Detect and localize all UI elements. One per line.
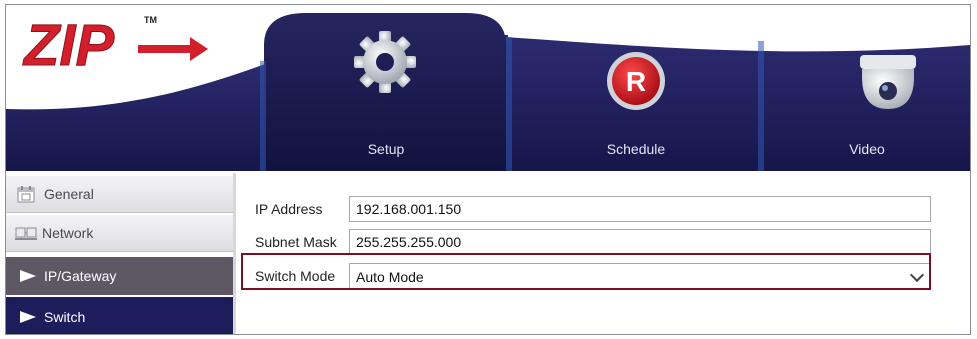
- sidebar-item-label: Network: [42, 225, 94, 241]
- tab-setup[interactable]: Setup: [264, 5, 508, 171]
- arrow-icon: [20, 270, 36, 282]
- gear-icon: [354, 31, 416, 93]
- zip-logo: ZIP: [22, 13, 208, 75]
- network-devices-icon: [15, 227, 37, 240]
- dome-camera-icon: [860, 55, 916, 109]
- sidebar-item-label: General: [44, 186, 94, 202]
- switch-mode-highlight: [241, 253, 931, 290]
- subnet-mask-label: Subnet Mask: [255, 234, 337, 250]
- header: ZIP TM Setup R Schedule Video: [6, 5, 970, 171]
- svg-text:ZIP: ZIP: [22, 13, 115, 75]
- record-r-icon: R: [607, 52, 665, 110]
- calendar-icon: [17, 186, 35, 203]
- ip-address-label: IP Address: [255, 201, 323, 217]
- sidebar-item-network[interactable]: Network: [6, 215, 233, 252]
- tab-video-label: Video: [849, 141, 885, 157]
- sidebar-item-general[interactable]: General: [6, 176, 233, 213]
- sidebar-item-ip-gateway[interactable]: IP/Gateway: [6, 257, 233, 295]
- subnet-mask-input[interactable]: [349, 229, 931, 255]
- ip-address-input[interactable]: [349, 196, 931, 222]
- tab-setup-label: Setup: [367, 141, 405, 157]
- sidebar-item-label: IP/Gateway: [44, 268, 117, 284]
- sidebar-item-label: Switch: [44, 308, 86, 325]
- svg-text:R: R: [626, 66, 646, 97]
- tab-video[interactable]: Video: [764, 5, 970, 171]
- tab-schedule[interactable]: R Schedule: [512, 5, 760, 171]
- sidebar-item-switch[interactable]: Switch: [6, 297, 233, 334]
- tab-schedule-label: Schedule: [606, 141, 666, 157]
- sidebar: General Network IP/Gateway Switch: [6, 173, 236, 334]
- arrow-icon: [20, 310, 36, 323]
- trademark: TM: [144, 15, 157, 25]
